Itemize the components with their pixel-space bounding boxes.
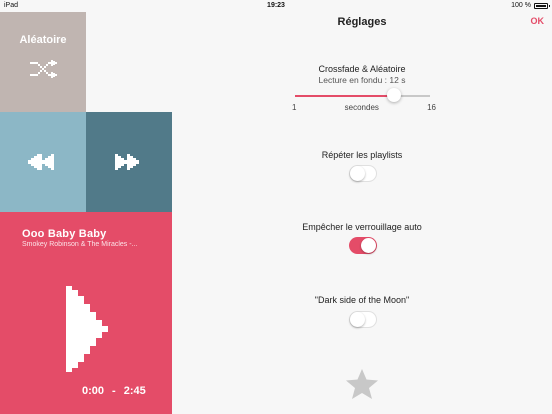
crossfade-slider[interactable] <box>295 88 430 102</box>
now-playing-panel[interactable]: Ooo Baby Baby Smokey Robinson & The Mira… <box>0 212 172 414</box>
star-icon[interactable] <box>345 368 379 400</box>
track-duration: 2:45 <box>123 385 146 397</box>
dark-side-label: "Dark side of the Moon" <box>314 295 410 305</box>
slider-scale: 1 secondes 16 <box>292 103 436 112</box>
settings-title: Réglages <box>337 16 387 28</box>
track-title: Ooo Baby Baby <box>22 228 107 240</box>
toggle-knob <box>350 166 365 181</box>
battery-icon <box>534 3 550 9</box>
fast-forward-icon <box>115 154 139 170</box>
crossfade-value: Lecture en fondu : 12 s <box>318 75 406 85</box>
shuffle-icon <box>30 60 57 78</box>
rewind-icon <box>28 154 54 170</box>
slider-thumb[interactable] <box>387 88 401 102</box>
shuffle-label: Aléatoire <box>19 34 67 46</box>
clock: 19:23 <box>267 2 285 9</box>
crossfade-label: Crossfade & Aléatoire <box>318 64 406 74</box>
playback-time: 0:00 - 2:45 <box>82 385 146 397</box>
toggle-knob <box>361 238 376 253</box>
status-bar: iPad 19:23 100 % <box>0 0 552 12</box>
slider-min: 1 <box>292 103 297 112</box>
repeat-playlists-toggle[interactable] <box>349 165 377 182</box>
slider-max: 16 <box>427 103 436 112</box>
slider-unit: secondes <box>344 103 379 112</box>
ok-button[interactable]: OK <box>531 16 545 26</box>
time-separator: - <box>112 385 116 397</box>
slider-fill <box>295 95 394 97</box>
toggle-knob <box>350 312 365 327</box>
battery-status: 100 % <box>511 0 550 12</box>
next-track-button[interactable] <box>86 112 172 212</box>
battery-percent: 100 % <box>511 2 531 9</box>
repeat-playlists-label: Répéter les playlists <box>321 150 403 160</box>
track-artist: Smokey Robinson & The Miracles -... <box>22 241 138 248</box>
play-icon[interactable] <box>66 286 108 372</box>
shuffle-button[interactable]: Aléatoire <box>0 12 86 112</box>
prevent-autolock-label: Empêcher le verrouillage auto <box>302 222 422 232</box>
previous-track-button[interactable] <box>0 112 86 212</box>
prevent-autolock-toggle[interactable] <box>349 237 377 254</box>
elapsed-time: 0:00 <box>82 385 105 397</box>
dark-side-toggle[interactable] <box>349 311 377 328</box>
